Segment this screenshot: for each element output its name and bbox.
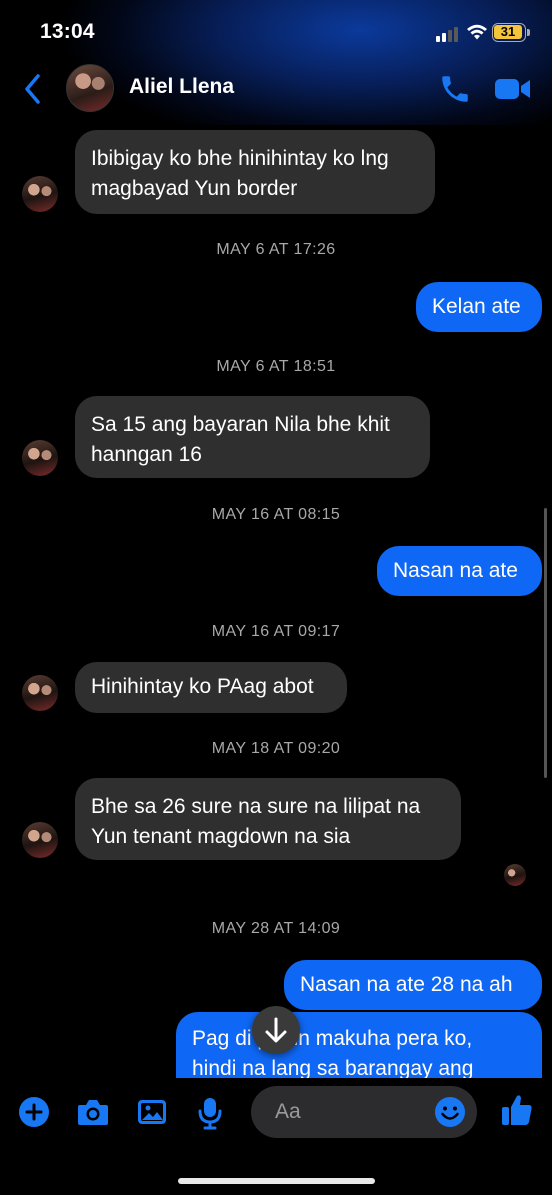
battery-level: 31 xyxy=(494,25,522,39)
status-time: 13:04 xyxy=(40,20,95,43)
phone-icon[interactable] xyxy=(438,72,472,106)
contact-avatar-small xyxy=(22,440,58,476)
battery-tip xyxy=(527,29,530,36)
message-bubble-incoming[interactable]: Hinihintay ko PAag abot xyxy=(75,662,347,713)
message-bubble-outgoing[interactable]: Pag di pa rin makuha pera ko, hindi na l… xyxy=(176,1012,542,1078)
plus-icon[interactable] xyxy=(18,1096,50,1128)
message-input[interactable]: Aa xyxy=(251,1086,477,1138)
message-bubble-outgoing[interactable]: Nasan na ate xyxy=(377,546,542,596)
message-bubble-incoming[interactable]: Sa 15 ang bayaran Nila bhe khit hanngan … xyxy=(75,396,430,478)
message-timestamp: MAY 16 AT 08:15 xyxy=(211,506,341,523)
message-timestamp: MAY 28 AT 14:09 xyxy=(211,920,341,937)
mic-icon[interactable] xyxy=(196,1096,224,1130)
message-input-placeholder: Aa xyxy=(275,1100,301,1123)
emoji-icon[interactable] xyxy=(434,1096,466,1128)
message-composer-bar: Aa xyxy=(0,1078,552,1148)
wifi-icon xyxy=(467,24,487,40)
cellular-signal-icon xyxy=(436,26,458,42)
scroll-to-bottom-button[interactable] xyxy=(252,1006,300,1054)
message-bubble-incoming[interactable]: Bhe sa 26 sure na sure na lilipat na Yun… xyxy=(75,778,461,860)
scrollbar[interactable] xyxy=(544,508,547,778)
contact-avatar[interactable] xyxy=(66,64,114,112)
arrow-down-icon xyxy=(265,1017,287,1043)
video-icon[interactable] xyxy=(494,75,532,103)
camera-icon[interactable] xyxy=(76,1096,110,1128)
contact-name[interactable]: Aliel Llena xyxy=(129,75,234,99)
message-bubble-incoming[interactable]: Ibibigay ko bhe hinihintay ko lng magbay… xyxy=(75,130,435,214)
status-bar: 13:04 31 xyxy=(0,0,552,60)
message-bubble-outgoing[interactable]: Kelan ate xyxy=(416,282,542,332)
message-timestamp: MAY 18 AT 09:20 xyxy=(211,740,341,757)
thumbs-up-icon[interactable] xyxy=(500,1092,534,1128)
message-bubble-outgoing[interactable]: Nasan na ate 28 na ah xyxy=(284,960,542,1010)
back-icon[interactable] xyxy=(20,72,46,106)
contact-avatar-small xyxy=(22,176,58,212)
message-timestamp: MAY 6 AT 18:51 xyxy=(216,358,336,375)
message-timestamp: MAY 6 AT 17:26 xyxy=(216,241,336,258)
message-timestamp: MAY 16 AT 09:17 xyxy=(211,623,341,640)
home-indicator[interactable] xyxy=(178,1178,375,1184)
image-icon[interactable] xyxy=(136,1096,168,1128)
read-receipt-avatar xyxy=(504,864,526,886)
contact-avatar-small xyxy=(22,675,58,711)
conversation-header: Aliel Llena xyxy=(0,60,552,122)
battery-icon: 31 xyxy=(492,23,526,42)
contact-avatar-small xyxy=(22,822,58,858)
